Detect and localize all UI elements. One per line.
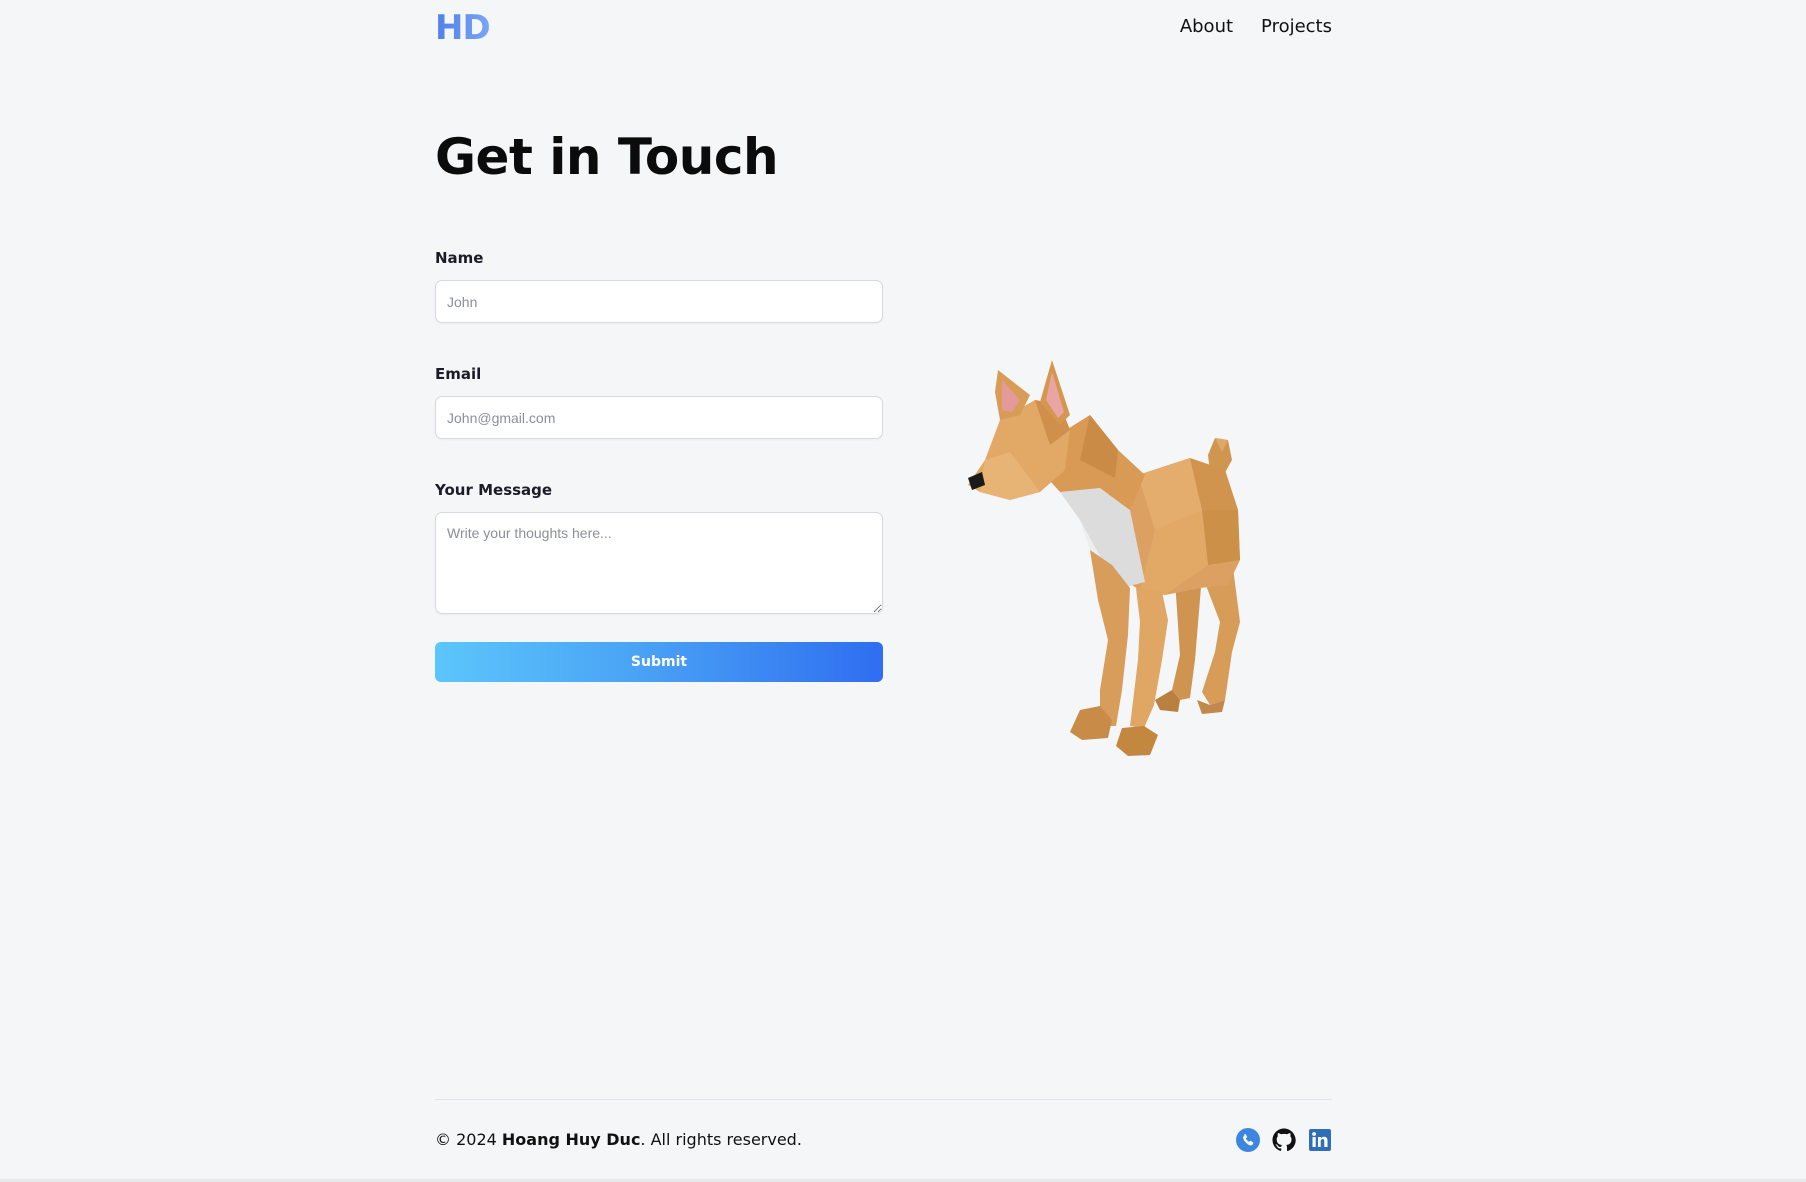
submit-button[interactable]: Submit bbox=[435, 642, 883, 682]
copyright-prefix: © 2024 bbox=[435, 1130, 502, 1149]
footer-copyright: © 2024 Hoang Huy Duc. All rights reserve… bbox=[435, 1130, 802, 1149]
message-textarea[interactable] bbox=[435, 512, 883, 614]
message-field-group: Your Message bbox=[435, 480, 883, 614]
phone-icon[interactable] bbox=[1236, 1128, 1260, 1152]
name-label: Name bbox=[435, 249, 484, 267]
contact-form: Name Email Your Message Submit bbox=[435, 248, 883, 682]
email-field-group: Email bbox=[435, 364, 883, 439]
copyright-owner: Hoang Huy Duc bbox=[501, 1130, 641, 1149]
site-header: HD About Projects bbox=[435, 0, 1332, 56]
name-input[interactable] bbox=[435, 280, 883, 323]
social-links bbox=[1236, 1128, 1332, 1152]
main-nav: About Projects bbox=[1180, 16, 1332, 37]
nav-link-about[interactable]: About bbox=[1180, 16, 1233, 37]
email-label: Email bbox=[435, 365, 482, 383]
page-title: Get in Touch bbox=[435, 128, 779, 186]
nav-link-projects[interactable]: Projects bbox=[1261, 16, 1332, 37]
name-field-group: Name bbox=[435, 248, 883, 323]
message-label: Your Message bbox=[435, 481, 553, 499]
footer-divider bbox=[435, 1099, 1332, 1100]
email-input[interactable] bbox=[435, 396, 883, 439]
page: HD About Projects Get in Touch Name Emai… bbox=[435, 0, 1332, 1182]
low-poly-dog-illustration bbox=[968, 360, 1240, 756]
github-icon[interactable] bbox=[1272, 1128, 1296, 1152]
copyright-suffix: . All rights reserved. bbox=[640, 1130, 802, 1149]
logo-link[interactable]: HD bbox=[435, 9, 491, 47]
linkedin-icon[interactable] bbox=[1308, 1128, 1332, 1152]
